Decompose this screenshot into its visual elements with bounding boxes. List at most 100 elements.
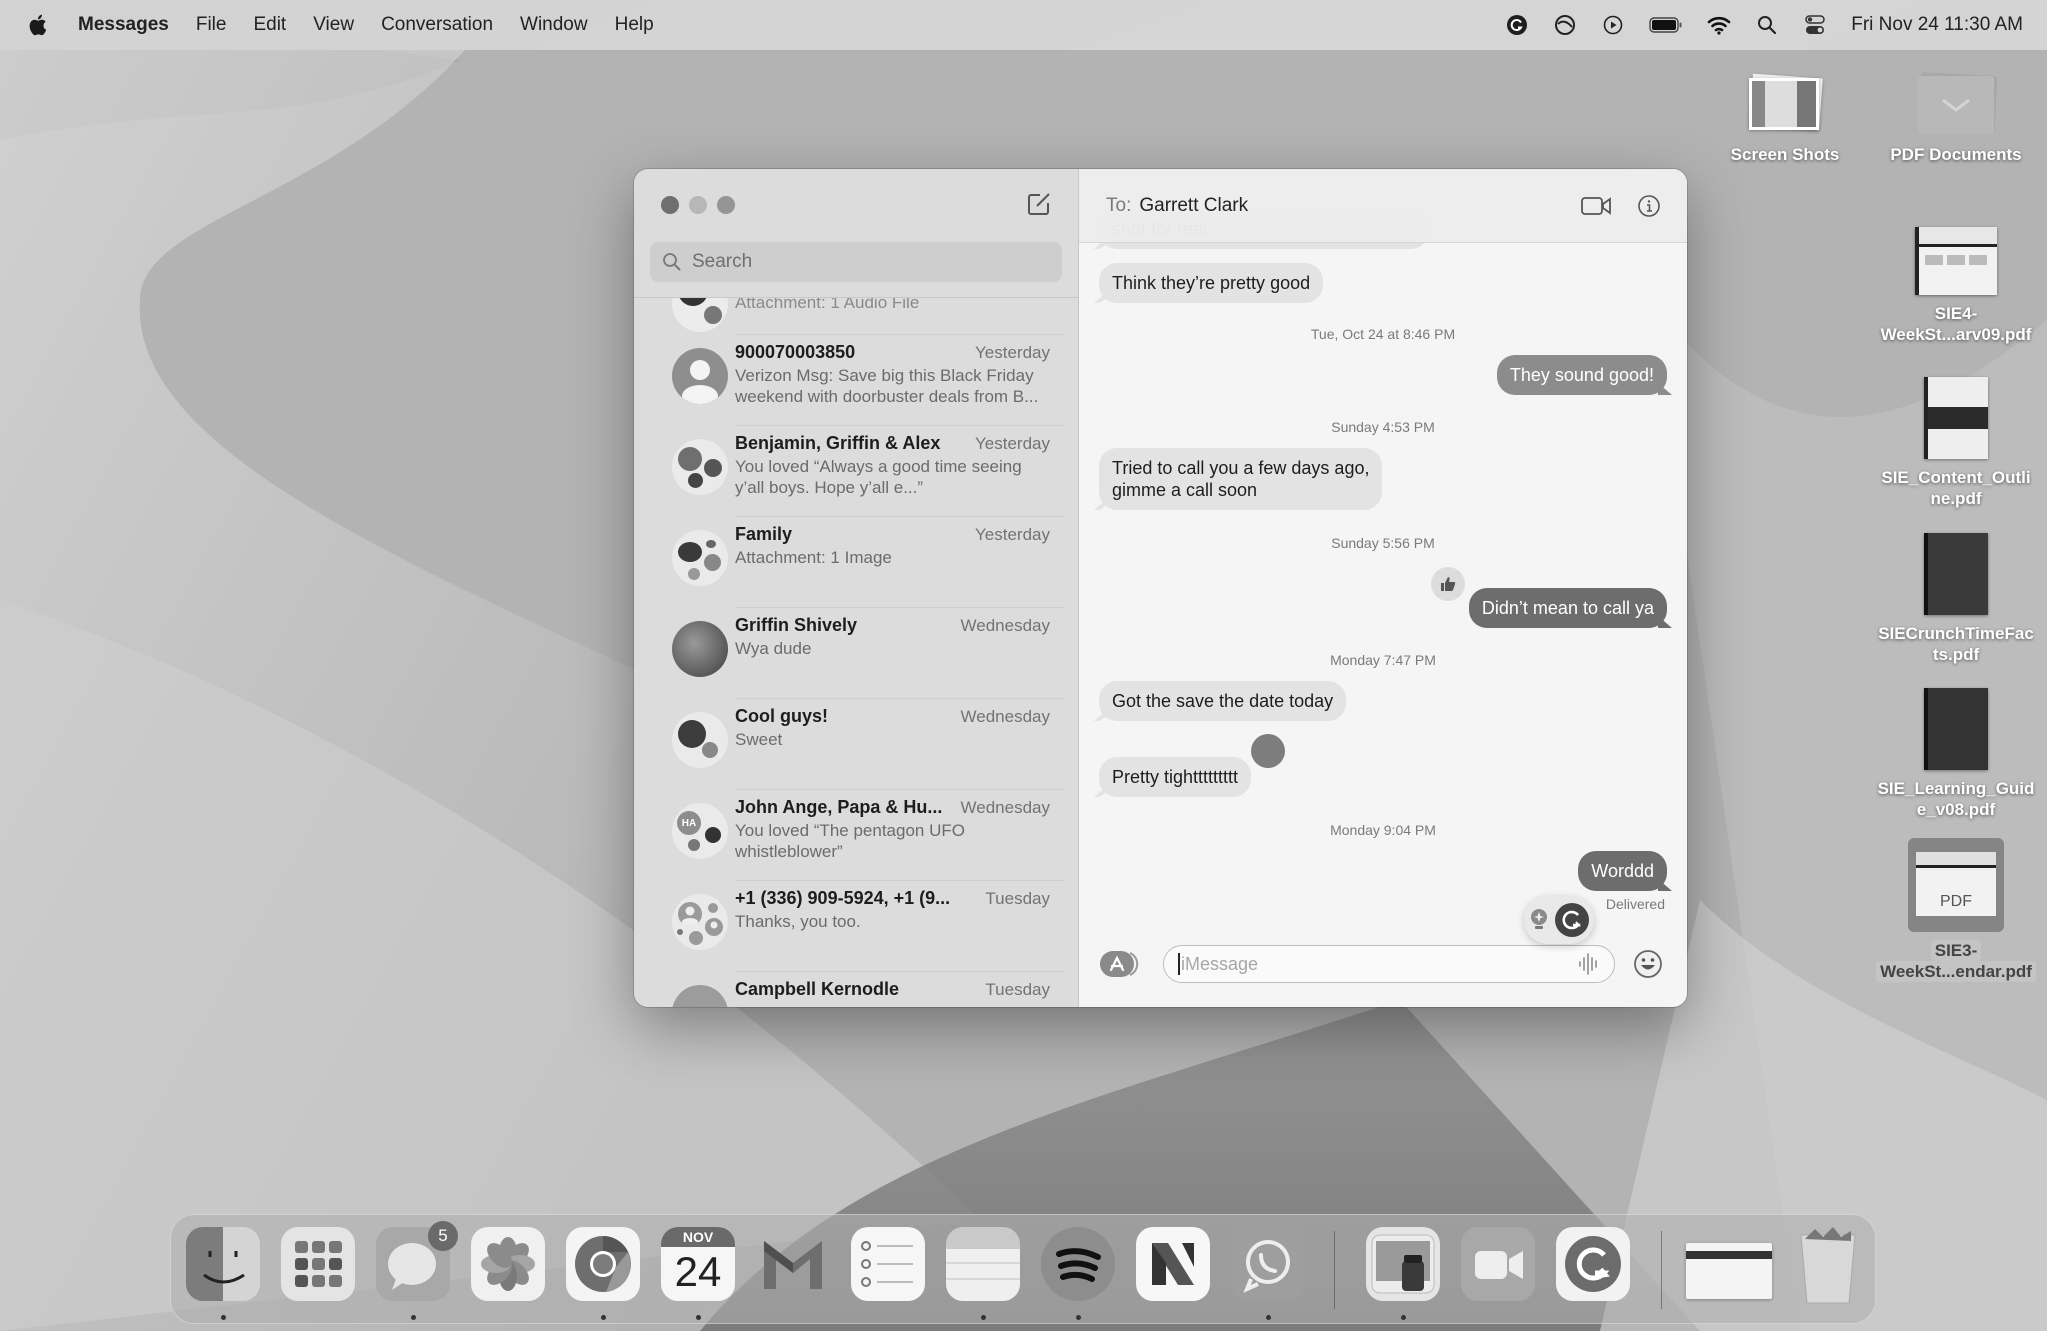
message-bubble-incoming[interactable]: Got the save the date today [1099,681,1347,721]
compose-new-message-icon[interactable] [1026,191,1052,217]
audio-message-icon[interactable] [1578,952,1600,976]
grammarly-icon[interactable] [1554,902,1590,938]
menubar-clock[interactable]: Fri Nov 24 11:30 AM [1851,14,2023,36]
message-bubble-outgoing[interactable]: Didn’t mean to call ya [1468,588,1667,628]
dock-app-gmail[interactable] [756,1227,830,1301]
desktop-icon-label-line1: SIE3- [1930,940,1982,961]
lightbulb-suggestion-icon[interactable] [1528,907,1550,933]
dock-app-whatsapp[interactable] [1231,1227,1305,1301]
conversation-time: Tuesday [985,980,1050,999]
menu-app-name[interactable]: Messages [78,14,169,36]
conversation-time: Wednesday [960,707,1050,726]
message-bubble-incoming[interactable]: Think they’re pretty good [1099,263,1324,303]
conversation-name: Family [735,524,793,544]
desktop-file-sie3-weekst-selected[interactable]: PDF SIE3- WeekSt...endar.pdf [1871,838,2041,982]
spotlight-search-icon[interactable] [1755,13,1779,37]
dock-app-photos[interactable] [471,1227,545,1301]
desktop-stack-pdf-documents[interactable]: PDF Documents [1871,72,2041,165]
dock-app-facetime[interactable] [1461,1227,1535,1301]
conversation-preview: You loved “The pentagon UFO whistleblowe… [735,821,965,861]
dock-app-chrome[interactable] [566,1227,640,1301]
dock-app-spotify[interactable] [1041,1227,1115,1301]
window-controls [661,196,735,214]
conversation-item[interactable]: 900070003850 Yesterday Verizon Msg: Save… [634,334,1078,425]
dock-app-launchpad[interactable] [281,1227,355,1301]
running-indicator [696,1315,701,1320]
conversation-item[interactable]: +1 (336) 909-5924, +1 (9... Tuesday Than… [634,880,1078,971]
message-bubble-incoming[interactable]: Tried to call you a few days ago, gimme … [1099,448,1383,510]
desktop-file-sie4-weekst[interactable]: SIE4- WeekSt...arv09.pdf [1871,227,2041,345]
pdf-badge-text: PDF [1940,893,1972,910]
grammarly-icon[interactable] [1505,13,1529,37]
reminders-list-icon [861,1241,913,1287]
desktop-file-siecrunchtimefacts[interactable]: SIECrunchTimeFac ts.pdf [1871,533,2041,665]
battery-icon[interactable] [1649,13,1683,37]
message-bubble-outgoing[interactable]: They sound good! [1496,355,1667,395]
wifi-icon[interactable] [1707,13,1731,37]
recipient-name[interactable]: Garrett Clark [1139,195,1248,217]
close-window-button[interactable] [661,196,679,214]
info-icon[interactable] [1637,194,1661,218]
conversation-item[interactable]: HA John Ange, Papa & Hu... Wednesday You… [634,789,1078,880]
chat-header: To: Garrett Clark [1079,169,1687,243]
control-center-icon[interactable] [1803,13,1827,37]
thumbs-up-tapback-icon[interactable] [1431,567,1465,601]
conversation-name: Campbell Kernodle [735,979,900,999]
emoji-picker-icon[interactable] [1633,949,1663,979]
dock-recent-document[interactable] [1686,1243,1772,1299]
group-avatar: HA [672,803,728,859]
menu-help[interactable]: Help [615,14,654,36]
running-indicator [1266,1315,1271,1320]
conversation-preview: Sweet [735,730,783,749]
dock-app-notes[interactable] [946,1227,1020,1301]
imessage-input[interactable]: iMessage [1163,945,1615,983]
spotify-icon [1056,1248,1101,1282]
emphasis-tapback-icon[interactable] [1251,734,1285,768]
divider [735,880,1065,881]
app-store-apps-button[interactable] [1100,950,1142,978]
divider [735,789,1065,790]
dock-app-preview[interactable] [1366,1227,1440,1301]
conversation-list[interactable]: Attachment: 1 Audio File 900070003850 Ye… [634,297,1078,1007]
message-line: Tried to call you a few days ago, [1112,458,1370,478]
conversation-time: Yesterday [975,525,1050,544]
menu-window[interactable]: Window [520,14,588,36]
dock-app-finder[interactable] [186,1227,260,1301]
dock-app-messages[interactable]: 5 [376,1221,458,1301]
menu-conversation[interactable]: Conversation [381,14,493,36]
menu-file[interactable]: File [196,14,227,36]
dock-app-reminders[interactable] [851,1227,925,1301]
media-play-icon[interactable] [1601,13,1625,37]
vpn-icon[interactable] [1553,13,1577,37]
search-icon [663,253,681,271]
menu-edit[interactable]: Edit [253,14,286,36]
dock-app-calendar[interactable]: NOV 24 [661,1227,735,1301]
dock-app-news[interactable] [1136,1227,1210,1301]
timestamp: Monday 7:47 PM [1330,652,1436,668]
dock-trash[interactable] [1791,1227,1865,1304]
desktop-icon-label-line2: ts.pdf [1932,645,1980,664]
search-field[interactable]: Search [650,242,1062,282]
dock-app-grammarly[interactable] [1556,1227,1630,1301]
zoom-window-button[interactable] [717,196,735,214]
desktop-file-sie-content-outline[interactable]: SIE_Content_Outli ne.pdf [1871,377,2041,509]
conversation-item[interactable]: Benjamin, Griffin & Alex Yesterday You l… [634,425,1078,516]
conversation-item[interactable]: Campbell Kernodle Tuesday [634,971,1078,1007]
grammarly-widget[interactable] [1524,896,1594,944]
desktop-file-sie-learning-guide[interactable]: SIE_Learning_Guid e_v08.pdf [1871,688,2041,820]
conversation-item[interactable]: Family Yesterday Attachment: 1 Image [634,516,1078,607]
divider [735,971,1065,972]
message-bubble-incoming[interactable]: Pretty tighttttttttt [1099,757,1252,797]
desktop-stack-screen-shots[interactable]: Screen Shots [1700,72,1870,165]
conversation-item[interactable]: Cool guys! Wednesday Sweet [634,698,1078,789]
conversation-item-partial[interactable]: Attachment: 1 Audio File [634,298,1078,334]
message-bubble-outgoing[interactable]: Worddd [1578,851,1667,891]
facetime-video-icon[interactable] [1581,196,1611,216]
chrome-icon [575,1236,631,1292]
minimize-window-button[interactable] [689,196,707,214]
conversation-item[interactable]: Griffin Shively Wednesday Wya dude [634,607,1078,698]
message-transcript[interactable]: shot for real Think they’re pretty good … [1079,169,1687,927]
group-avatar [672,712,728,768]
apple-menu-icon[interactable] [26,13,48,37]
menu-view[interactable]: View [313,14,354,36]
